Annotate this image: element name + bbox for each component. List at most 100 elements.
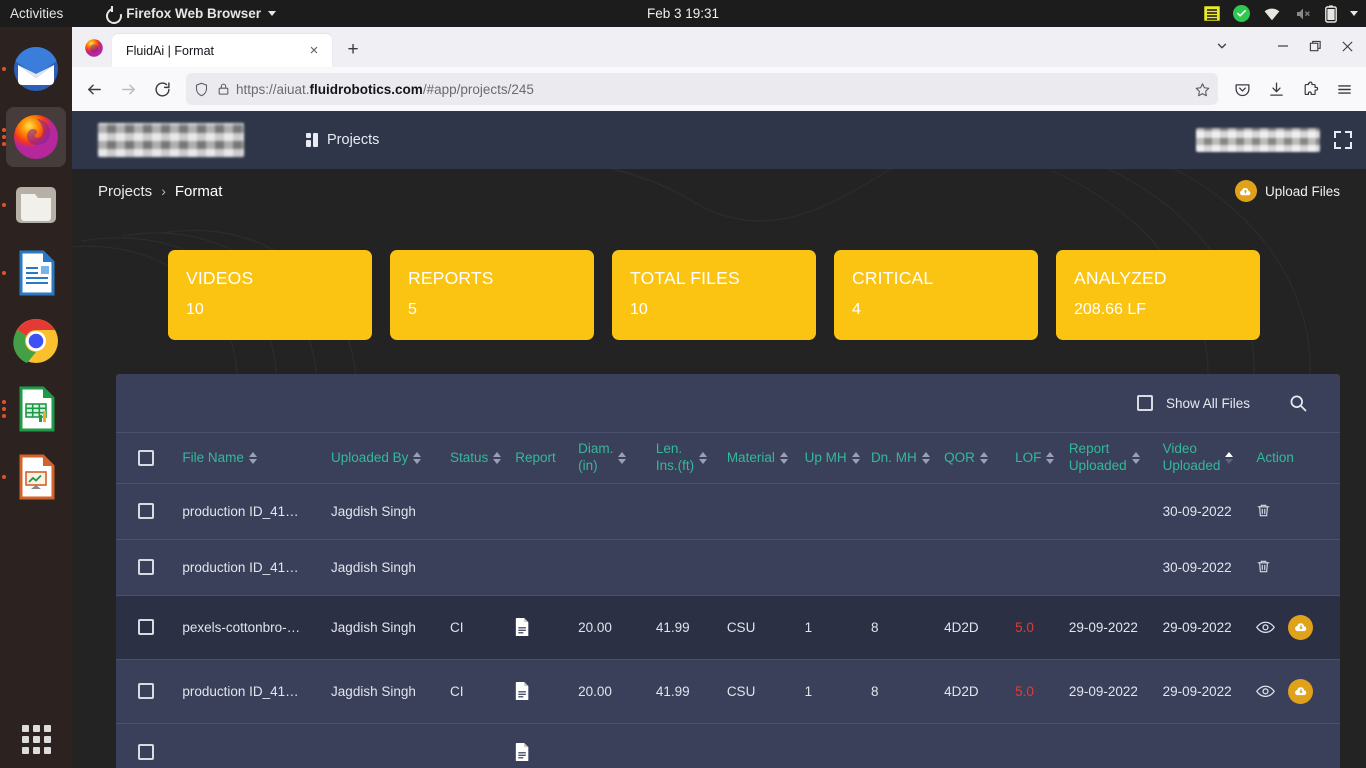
col-status[interactable]: Status xyxy=(450,432,516,484)
cell-file-name xyxy=(182,722,332,768)
show-all-files-toggle[interactable]: Show All Files xyxy=(1136,395,1250,411)
cell-file-name: production ID_41… xyxy=(182,658,332,724)
reload-button[interactable] xyxy=(146,73,178,105)
sort-icon[interactable] xyxy=(248,451,257,464)
pocket-icon[interactable] xyxy=(1226,73,1258,105)
check-icon[interactable] xyxy=(1233,5,1250,22)
search-icon[interactable] xyxy=(1288,393,1308,413)
sort-icon[interactable] xyxy=(979,451,988,464)
dock-item-libreoffice-impress[interactable] xyxy=(0,443,72,511)
stat-card-videos[interactable]: VIDEOS 10 xyxy=(168,250,372,340)
row-checkbox[interactable] xyxy=(138,683,154,700)
volume-muted-icon[interactable] xyxy=(1294,6,1312,22)
sort-icon[interactable] xyxy=(1046,451,1055,464)
stat-card-reports[interactable]: REPORTS 5 xyxy=(390,250,594,340)
extensions-icon[interactable] xyxy=(1294,73,1326,105)
sort-icon[interactable] xyxy=(851,451,860,464)
upload-files-button[interactable]: Upload Files xyxy=(1234,180,1340,202)
download-icon[interactable] xyxy=(1288,614,1314,640)
breadcrumb-projects[interactable]: Projects xyxy=(98,183,152,200)
sort-icon[interactable] xyxy=(921,451,930,464)
row-checkbox[interactable] xyxy=(138,619,154,636)
running-indicator xyxy=(2,203,6,207)
row-checkbox[interactable] xyxy=(138,503,154,520)
col-lof[interactable]: LOF xyxy=(1015,432,1069,484)
files-panel: Show All Files File Name Uploaded By Sta… xyxy=(116,374,1340,768)
dock-item-libreoffice-writer[interactable] xyxy=(0,239,72,307)
shield-icon[interactable] xyxy=(194,82,209,97)
close-tab-icon[interactable]: × xyxy=(304,41,324,61)
col-uploaded-by[interactable]: Uploaded By xyxy=(331,432,450,484)
col-file-name[interactable]: File Name xyxy=(182,432,332,484)
close-window-button[interactable] xyxy=(1332,31,1362,61)
col-qor[interactable]: QOR xyxy=(944,432,1016,484)
sort-icon[interactable] xyxy=(413,451,422,464)
table-row[interactable] xyxy=(116,722,1340,768)
cell-checkbox xyxy=(116,594,183,660)
stat-card-critical[interactable]: CRITICAL 4 xyxy=(834,250,1038,340)
lock-icon[interactable] xyxy=(217,82,230,96)
url-bar[interactable]: https://aiuat.fluidrobotics.com/#app/pro… xyxy=(186,73,1218,105)
sort-icon[interactable] xyxy=(699,451,708,464)
list-all-tabs-button[interactable] xyxy=(1206,31,1238,61)
nav-item-projects[interactable]: Projects xyxy=(306,132,379,148)
view-icon[interactable] xyxy=(1256,621,1276,634)
col-len[interactable]: Len. Ins.(ft) xyxy=(655,432,727,484)
wifi-icon[interactable] xyxy=(1263,7,1281,21)
show-applications-button[interactable] xyxy=(0,725,72,754)
table-row[interactable]: production ID_41… Jagdish Singh 30-09-20… xyxy=(116,482,1340,540)
view-icon[interactable] xyxy=(1256,685,1276,698)
col-diam[interactable]: Diam. (in) xyxy=(578,432,656,484)
maximize-button[interactable] xyxy=(1300,31,1330,61)
stat-card-total-files[interactable]: TOTAL FILES 10 xyxy=(612,250,816,340)
download-icon[interactable] xyxy=(1288,678,1314,704)
row-checkbox[interactable] xyxy=(138,559,154,576)
col-video-uploaded[interactable]: Video Uploaded xyxy=(1162,432,1257,484)
stat-card-analyzed[interactable]: ANALYZED 208.66 LF xyxy=(1056,250,1260,340)
chevron-down-icon[interactable] xyxy=(1350,11,1358,16)
minimize-button[interactable] xyxy=(1268,31,1298,61)
sort-icon-active[interactable] xyxy=(1225,451,1234,464)
user-account-chip[interactable] xyxy=(1196,128,1320,152)
fullscreen-icon[interactable] xyxy=(1334,131,1352,149)
dock-item-firefox[interactable] xyxy=(0,103,72,171)
dock-item-chrome[interactable] xyxy=(0,307,72,375)
row-checkbox[interactable] xyxy=(138,744,154,761)
delete-icon[interactable] xyxy=(1256,559,1271,576)
downloads-icon[interactable] xyxy=(1260,73,1292,105)
forward-button[interactable] xyxy=(112,73,144,105)
select-all-checkbox[interactable] xyxy=(138,449,154,466)
cell-up-mh xyxy=(804,722,871,768)
table-row[interactable]: pexels-cottonbro-… Jagdish Singh CI 20.0… xyxy=(116,594,1340,660)
delete-icon[interactable] xyxy=(1256,503,1271,520)
cell-report xyxy=(515,538,579,596)
document-icon[interactable] xyxy=(515,617,530,637)
notes-icon[interactable] xyxy=(1204,6,1220,21)
bookmark-star-icon[interactable] xyxy=(1195,82,1210,97)
table-row[interactable]: production ID_41… Jagdish Singh 30-09-20… xyxy=(116,538,1340,596)
document-icon[interactable] xyxy=(515,742,530,762)
show-all-files-checkbox[interactable] xyxy=(1136,395,1153,411)
col-material[interactable]: Material xyxy=(726,432,805,484)
running-indicator xyxy=(2,475,6,479)
new-tab-button[interactable]: + xyxy=(338,35,368,65)
dock-item-thunderbird[interactable] xyxy=(0,35,72,103)
sort-icon[interactable] xyxy=(779,451,788,464)
col-report-uploaded[interactable]: Report Uploaded xyxy=(1068,432,1163,484)
dock-item-files[interactable] xyxy=(0,171,72,239)
col-up-mh[interactable]: Up MH xyxy=(804,432,871,484)
table-row[interactable]: production ID_41… Jagdish Singh CI 20.00… xyxy=(116,658,1340,724)
dock-item-libreoffice-calc[interactable] xyxy=(0,375,72,443)
app-logo[interactable] xyxy=(98,123,244,157)
sort-icon[interactable] xyxy=(1131,451,1140,464)
app-menu-firefox[interactable]: Firefox Web Browser xyxy=(105,5,277,21)
battery-icon[interactable] xyxy=(1325,4,1337,23)
activities-button[interactable]: Activities xyxy=(0,6,75,21)
col-dn-mh[interactable]: Dn. MH xyxy=(870,432,945,484)
document-icon[interactable] xyxy=(515,681,530,701)
sort-icon[interactable] xyxy=(493,451,502,464)
app-menu-button[interactable] xyxy=(1328,73,1360,105)
browser-tab[interactable]: FluidAi | Format × xyxy=(112,34,332,67)
sort-icon[interactable] xyxy=(618,451,627,464)
back-button[interactable] xyxy=(78,73,110,105)
